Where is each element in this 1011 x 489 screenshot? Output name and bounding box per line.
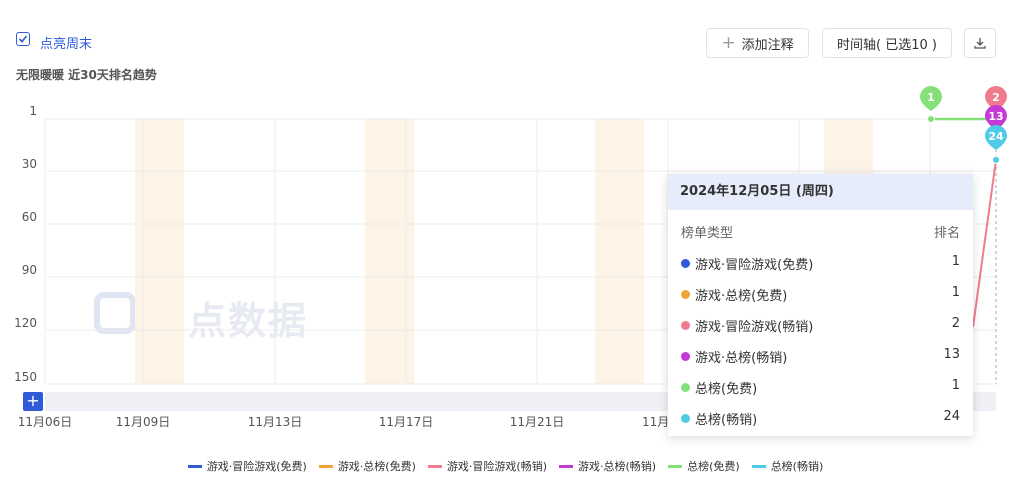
legend-label: 游戏·冒险游戏(畅销)	[446, 460, 547, 473]
legend-label: 总榜(畅销)	[770, 460, 824, 473]
x-tick-label: 11月	[642, 415, 669, 429]
legend-label: 游戏·总榜(免费)	[337, 460, 416, 473]
data-point	[927, 115, 935, 123]
y-tick-label: 60	[22, 210, 37, 224]
rank-pin-marker: 1	[920, 86, 942, 111]
series-dot	[681, 321, 690, 330]
tooltip-date: 2024年12月05日 (周四)	[668, 174, 973, 210]
series-line-adventure-grossing	[972, 159, 997, 328]
x-tick-label: 11月09日	[116, 415, 171, 429]
chart-tooltip: 2024年12月05日 (周四) 榜单类型 排名 游戏·冒险游戏(免费) 1 游…	[668, 174, 973, 436]
tooltip-row-name: 游戏·冒险游戏(畅销)	[695, 320, 814, 335]
tooltip-row-name: 总榜(畅销)	[695, 413, 758, 428]
tooltip-row-value: 1	[951, 254, 960, 269]
legend-item[interactable]: 游戏·冒险游戏(畅销)	[427, 458, 547, 474]
rank-pin-marker: 24	[985, 125, 1007, 150]
series-dot	[681, 414, 690, 423]
weekend-band	[595, 119, 644, 384]
tooltip-row-name: 游戏·冒险游戏(免费)	[695, 258, 814, 273]
legend-item[interactable]: 总榜(畅销)	[751, 458, 824, 474]
series-dot	[681, 352, 690, 361]
series-dot	[681, 259, 690, 268]
tooltip-row-value: 24	[943, 409, 960, 424]
series-dot	[681, 290, 690, 299]
tooltip-row: 游戏·总榜(畅销) 13	[681, 347, 960, 367]
data-point	[992, 155, 1000, 164]
pin-label: 13	[988, 110, 1003, 123]
tooltip-col-rank: 排名	[933, 226, 960, 241]
y-tick-label: 30	[22, 157, 37, 171]
y-tick-label: 1	[29, 104, 37, 118]
legend-item[interactable]: 游戏·总榜(免费)	[318, 458, 416, 474]
tooltip-row: 游戏·冒险游戏(免费) 1	[681, 254, 960, 274]
x-tick-label: 11月06日	[18, 415, 73, 429]
pin-label: 1	[927, 91, 935, 104]
legend-label: 总榜(免费)	[687, 460, 740, 473]
tooltip-row-name: 总榜(免费)	[695, 382, 758, 397]
chart-legend: 游戏·冒险游戏(免费) 游戏·总榜(免费) 游戏·冒险游戏(畅销) 游戏·总榜(…	[0, 458, 1011, 474]
weekend-band	[135, 119, 184, 384]
tooltip-row-name: 游戏·总榜(免费)	[695, 289, 788, 304]
legend-label: 游戏·总榜(畅销)	[578, 460, 657, 473]
tooltip-row-name: 游戏·总榜(畅销)	[695, 351, 788, 366]
tooltip-row-value: 1	[951, 285, 960, 300]
x-tick-label: 11月21日	[510, 415, 565, 429]
tooltip-row-value: 2	[951, 316, 960, 331]
legend-label: 游戏·冒险游戏(免费)	[206, 460, 307, 473]
weekend-band	[365, 119, 414, 384]
legend-item[interactable]: 游戏·总榜(畅销)	[559, 458, 656, 474]
series-dot	[681, 383, 690, 392]
y-tick-label: 90	[22, 263, 37, 277]
y-tick-label: 120	[14, 316, 37, 330]
tooltip-row-value: 13	[943, 347, 960, 362]
tooltip-row: 总榜(畅销) 24	[681, 409, 960, 429]
x-tick-label: 11月17日	[379, 415, 434, 429]
pin-label: 24	[988, 130, 1004, 143]
y-tick-label: 150	[14, 370, 37, 384]
pin-label: 2	[992, 91, 1000, 104]
tooltip-row: 游戏·冒险游戏(畅销) 2	[681, 316, 960, 336]
legend-item[interactable]: 总榜(免费)	[668, 458, 740, 474]
tooltip-col-type: 榜单类型	[681, 226, 734, 241]
x-tick-label: 11月13日	[248, 415, 303, 429]
tooltip-columns: 榜单类型 排名	[681, 222, 960, 241]
legend-item[interactable]: 游戏·冒险游戏(免费)	[187, 458, 307, 474]
tooltip-row: 总榜(免费) 1	[681, 378, 960, 398]
tooltip-row-value: 1	[951, 378, 960, 393]
tooltip-row: 游戏·总榜(免费) 1	[681, 285, 960, 305]
expand-button[interactable]: +	[23, 392, 43, 411]
